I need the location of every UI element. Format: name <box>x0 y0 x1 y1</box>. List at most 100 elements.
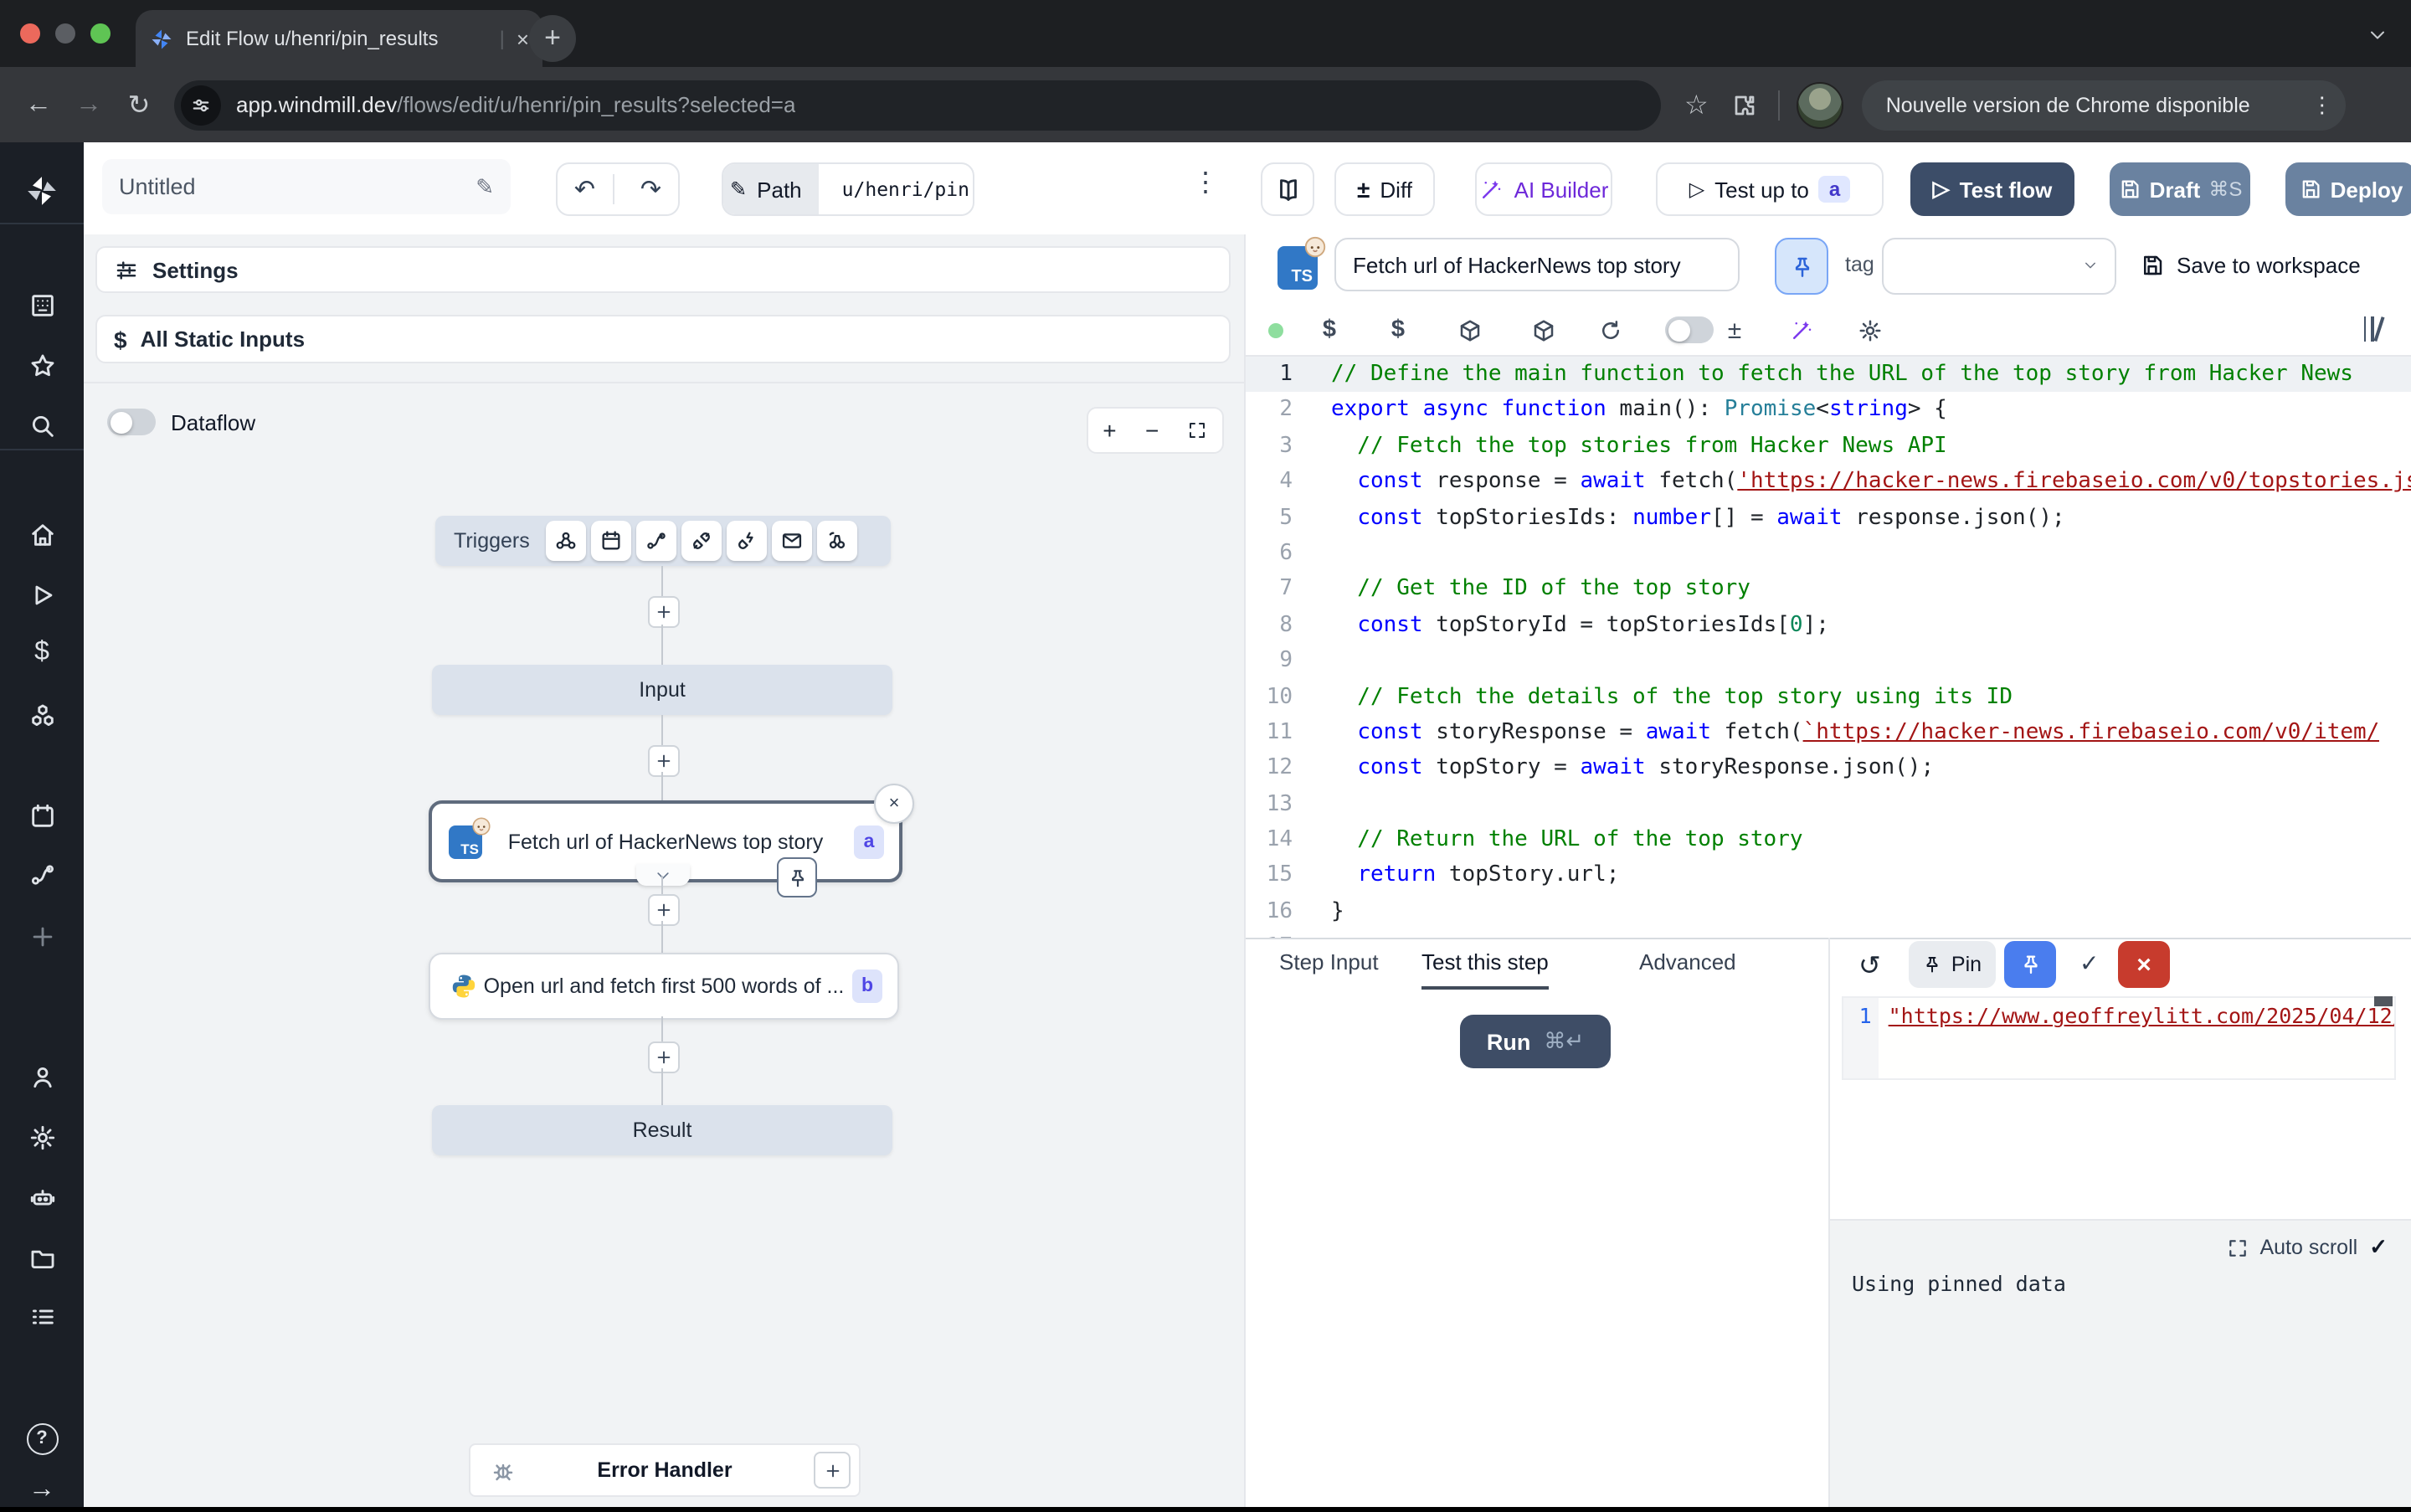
deploy-button[interactable]: Deploy <box>2285 162 2411 216</box>
chrome-update-button[interactable]: Nouvelle version de Chrome disponible ⋮ <box>1863 80 2347 130</box>
trigger-schedule-button[interactable] <box>592 521 632 561</box>
pin-active-button[interactable] <box>2004 941 2056 988</box>
sidebar-item-workers[interactable] <box>0 1175 84 1219</box>
new-tab-button[interactable]: + <box>529 15 576 62</box>
address-bar[interactable]: app.windmill.dev/flows/edit/u/henri/pin_… <box>174 80 1661 130</box>
trigger-websocket-button[interactable] <box>682 521 722 561</box>
test-flow-button[interactable]: ▷Test flow <box>1910 162 2074 216</box>
sidebar-item-favorites[interactable] <box>0 343 84 387</box>
bookmark-star-icon[interactable]: ☆ <box>1684 88 1709 121</box>
code-line-12[interactable]: 12 const topStory = await storyResponse.… <box>1246 751 2411 787</box>
windmill-logo[interactable] <box>0 169 84 213</box>
save-to-workspace-button[interactable]: Save to workspace <box>2140 238 2361 291</box>
forward-icon[interactable]: → <box>64 90 114 120</box>
undo-icon[interactable]: ↶ <box>558 174 614 204</box>
sidebar-item-logs[interactable] <box>0 1294 84 1338</box>
flow-name-field[interactable]: Untitled ✎ <box>102 159 511 214</box>
profile-avatar[interactable] <box>1797 81 1844 128</box>
input-node[interactable]: Input <box>432 665 892 715</box>
code-line-13[interactable]: 13 <box>1246 786 2411 822</box>
diff-icon[interactable]: ± <box>1728 305 1741 355</box>
add-step-button[interactable] <box>648 596 680 628</box>
sidebar-item-settings[interactable] <box>0 1115 84 1159</box>
ai-builder-button[interactable]: AI Builder <box>1475 162 1612 216</box>
result-node[interactable]: Result <box>432 1105 892 1155</box>
code-line-10[interactable]: 10 // Fetch the details of the top story… <box>1246 679 2411 715</box>
pin-toggle-button[interactable] <box>1775 238 1828 295</box>
documentation-button[interactable] <box>1261 162 1314 216</box>
code-line-15[interactable]: 15 return topStory.url; <box>1246 858 2411 894</box>
dollar-icon[interactable]: $ <box>1391 305 1405 355</box>
confirm-check-icon[interactable]: ✓ <box>2079 949 2099 978</box>
tab-search-icon[interactable] <box>2357 15 2398 55</box>
add-error-handler-button[interactable] <box>814 1452 851 1489</box>
code-editor[interactable]: 1// Define the main function to fetch th… <box>1246 357 2411 938</box>
flow-step-b-node[interactable]: Open url and fetch first 500 words of ..… <box>429 953 899 1020</box>
browser-tab[interactable]: Edit Flow u/henri/pin_results | × <box>136 10 542 67</box>
code-line-2[interactable]: 2export async function main(): Promise<s… <box>1246 393 2411 429</box>
delete-step-icon[interactable]: × <box>874 784 914 824</box>
trigger-email-button[interactable] <box>773 521 813 561</box>
gear-icon[interactable] <box>1858 305 1883 355</box>
library-icon[interactable] <box>2363 316 2381 342</box>
pin-chip-button[interactable]: Pin <box>1909 941 1996 988</box>
reload-icon[interactable]: ↻ <box>114 88 164 121</box>
more-options-kebab-icon[interactable]: ⋮ <box>1189 166 1222 199</box>
box-icon[interactable] <box>1457 305 1483 355</box>
wand-icon[interactable] <box>1789 305 1814 355</box>
diff-button[interactable]: ±Diff <box>1334 162 1435 216</box>
sidebar-item-resources[interactable] <box>0 693 84 737</box>
tab-test-this-step[interactable]: Test this step <box>1421 939 1549 990</box>
draft-button[interactable]: Draft⌘S <box>2110 162 2250 216</box>
extensions-icon[interactable] <box>1732 91 1759 118</box>
sidebar-item-expand-sidebar[interactable]: → <box>0 1468 84 1512</box>
code-line-1[interactable]: 1// Define the main function to fetch th… <box>1246 357 2411 393</box>
code-line-7[interactable]: 7 // Get the ID of the top story <box>1246 572 2411 608</box>
sidebar-item-runs[interactable] <box>0 573 84 616</box>
code-line-14[interactable]: 14 // Return the URL of the top story <box>1246 822 2411 858</box>
dollar-icon[interactable]: $ <box>1323 305 1336 355</box>
sidebar-item-folders[interactable] <box>0 1236 84 1279</box>
step-pin-icon[interactable] <box>777 857 817 897</box>
box-icon[interactable] <box>1531 305 1556 355</box>
sidebar-item-schedules[interactable] <box>0 794 84 837</box>
trigger-poll-button[interactable] <box>818 521 858 561</box>
dataflow-toggle[interactable] <box>107 409 156 435</box>
site-settings-icon[interactable] <box>181 85 221 125</box>
all-static-inputs-row[interactable]: $ All Static Inputs <box>95 315 1231 363</box>
run-button[interactable]: Run ⌘↵ <box>1460 1015 1611 1068</box>
sidebar-item-help[interactable]: ? <box>0 1417 84 1460</box>
redo-icon[interactable]: ↷ <box>624 174 678 204</box>
pinned-data-editor[interactable]: 1 "https://www.geoffreylitt.com/2025/04/… <box>1842 996 2396 1080</box>
tag-select[interactable] <box>1882 238 2116 295</box>
triggers-node[interactable]: Triggers <box>435 516 891 566</box>
history-icon[interactable]: ↺ <box>1858 949 1889 980</box>
window-zoom-button[interactable] <box>90 23 111 44</box>
refresh-icon[interactable] <box>1598 305 1623 355</box>
sidebar-item-variables[interactable]: $ <box>0 631 84 675</box>
code-line-8[interactable]: 8 const topStoryId = topStoriesIds[0]; <box>1246 607 2411 643</box>
sidebar-item-home[interactable] <box>0 512 84 556</box>
code-line-11[interactable]: 11 const storyResponse = await fetch(`ht… <box>1246 715 2411 751</box>
pinned-editor-scrollbar[interactable] <box>2374 996 2393 1006</box>
code-line-16[interactable]: 16} <box>1246 894 2411 930</box>
zoom-in-icon[interactable]: + <box>1103 417 1116 444</box>
browser-menu-kebab-icon[interactable]: ⋮ <box>2311 91 2333 118</box>
fit-view-icon[interactable] <box>1188 420 1208 440</box>
tab-step-input[interactable]: Step Input <box>1279 939 1379 986</box>
trigger-webhook-button[interactable] <box>547 521 587 561</box>
add-step-button[interactable] <box>648 894 680 926</box>
auto-scroll-control[interactable]: Auto scroll ✓ <box>2226 1234 2388 1261</box>
sidebar-item-create[interactable] <box>0 914 84 958</box>
error-handler-node[interactable]: Error Handler <box>469 1443 861 1497</box>
step-title-input[interactable] <box>1334 238 1740 291</box>
tab-close-icon[interactable]: × <box>517 26 529 51</box>
sidebar-item-routes[interactable] <box>0 852 84 896</box>
settings-row[interactable]: Settings <box>95 246 1231 293</box>
window-close-button[interactable] <box>20 23 40 44</box>
collapse-step-chevron-icon[interactable] <box>636 864 690 886</box>
code-line-17[interactable]: 17 <box>1246 930 2411 939</box>
sidebar-item-workspace[interactable] <box>0 283 84 327</box>
trigger-event-stream-button[interactable] <box>727 521 768 561</box>
close-pinned-button[interactable]: × <box>2118 941 2170 988</box>
